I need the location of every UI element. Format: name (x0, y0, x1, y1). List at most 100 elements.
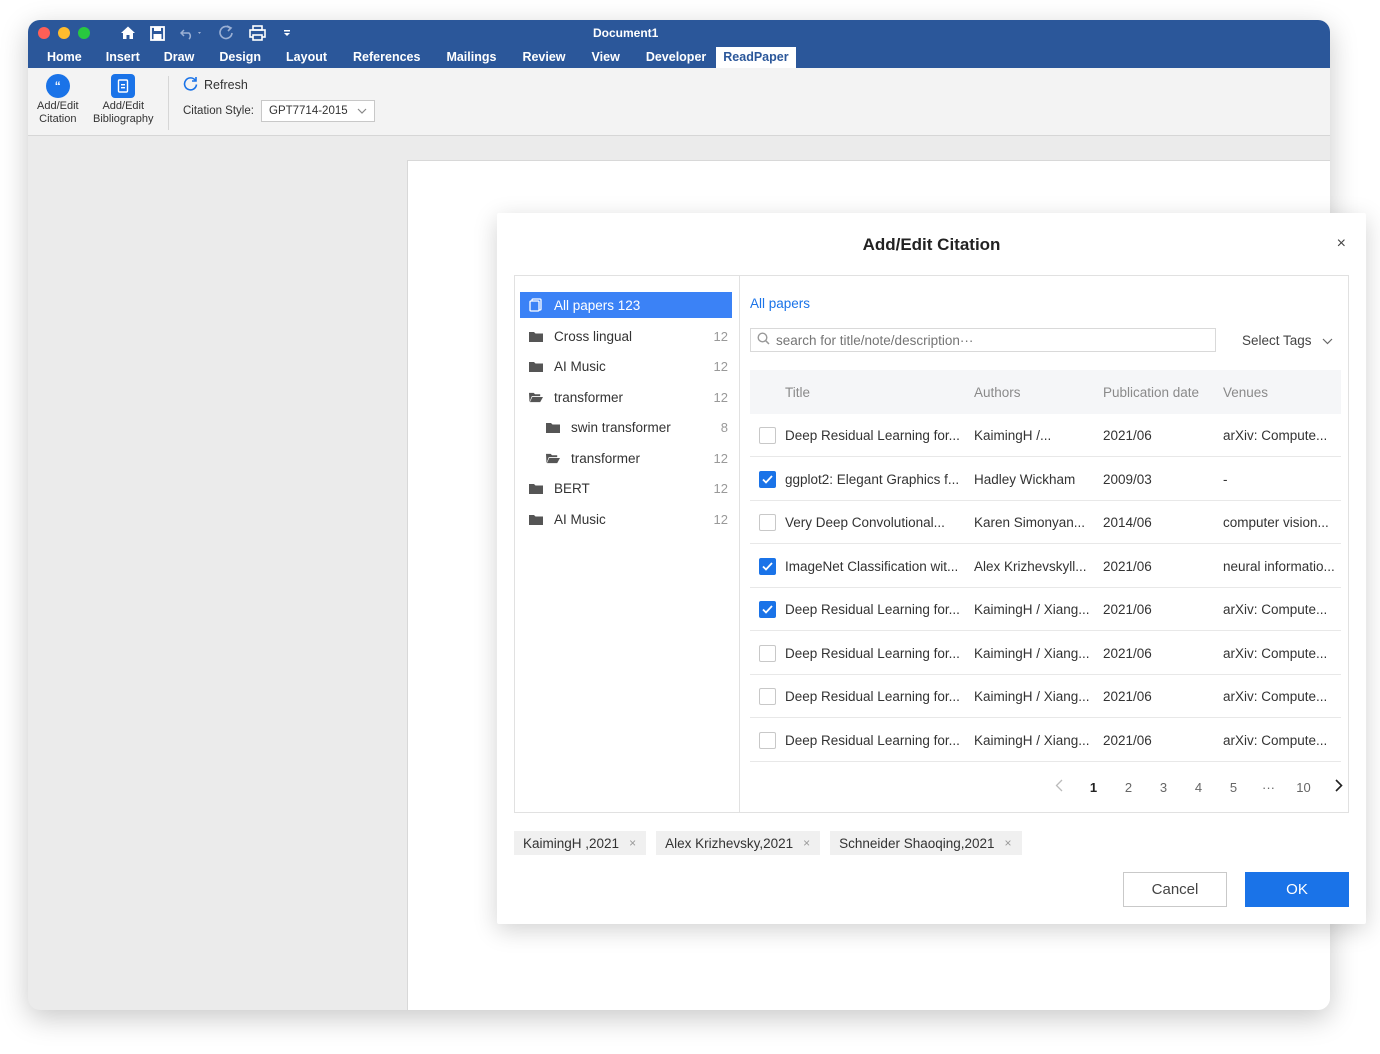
tree-item-all-papers[interactable]: All papers 123 (520, 292, 732, 318)
tree-item-cross-lingual[interactable]: Cross lingual 12 (520, 323, 732, 349)
tab-draw[interactable]: Draw (164, 50, 195, 68)
page-1[interactable]: 1 (1076, 780, 1111, 795)
cell-venue-text: computer vision... (1223, 514, 1329, 530)
tab-home[interactable]: Home (47, 50, 82, 68)
cell-title: Deep Residual Learning for... (785, 632, 970, 674)
table-row[interactable]: Very Deep Convolutional... Karen Simonyan… (750, 501, 1341, 544)
tree-item-label: All papers 123 (554, 297, 641, 313)
breadcrumb[interactable]: All papers (750, 296, 810, 311)
table-row[interactable]: Deep Residual Learning for... KaimingH / … (750, 632, 1341, 675)
cell-title-text: Deep Residual Learning for... (785, 601, 960, 617)
add-edit-bibliography-button[interactable]: Add/Edit Bibliography (93, 74, 154, 126)
selected-citation-chip: Schneider Shaoqing,2021 × (830, 831, 1022, 855)
refresh-label: Refresh (204, 78, 248, 92)
ok-button[interactable]: OK (1245, 872, 1349, 907)
tree-item-transformer-child[interactable]: transformer 12 (520, 445, 732, 471)
cell-authors: KaimingH / Xiang... (974, 632, 1098, 674)
tab-insert[interactable]: Insert (106, 50, 140, 68)
table-row[interactable]: Deep Residual Learning for... KaimingH / … (750, 675, 1341, 718)
cell-title: ggplot2: Elegant Graphics f... (785, 458, 970, 500)
column-authors[interactable]: Authors (974, 370, 1098, 414)
row-checkbox[interactable] (759, 732, 776, 749)
cell-venue: arXiv: Compute... (1223, 675, 1341, 717)
selected-citation-chip: KaimingH ,2021 × (514, 831, 647, 855)
tab-view[interactable]: View (592, 50, 620, 68)
add-edit-citation-button[interactable]: “ Add/Edit Citation (37, 74, 79, 126)
papers-content: All papers Select Tags Title Authors Pub… (741, 276, 1349, 812)
refresh-icon (183, 76, 198, 94)
row-checkbox[interactable] (759, 558, 776, 575)
cell-venue: arXiv: Compute... (1223, 414, 1341, 456)
tab-review[interactable]: Review (522, 50, 565, 68)
table-row[interactable]: Deep Residual Learning for... KaimingH /.… (750, 414, 1341, 457)
page-10[interactable]: 10 (1286, 780, 1321, 795)
page-ellipsis[interactable]: ··· (1251, 780, 1286, 795)
tab-design[interactable]: Design (219, 50, 261, 68)
document-title: Document1 (593, 26, 659, 40)
row-checkbox[interactable] (759, 427, 776, 444)
tab-mailings[interactable]: Mailings (446, 50, 496, 68)
tree-item-count: 8 (720, 419, 728, 435)
remove-chip-icon[interactable]: × (1005, 836, 1012, 850)
folder-icon (546, 422, 560, 433)
refresh-button[interactable]: Refresh (183, 76, 248, 94)
tree-item-bert[interactable]: BERT 12 (520, 475, 732, 501)
next-page-icon[interactable] (1321, 779, 1356, 795)
table-row[interactable]: ImageNet Classification wit... Alex Krizh… (750, 545, 1341, 588)
remove-chip-icon[interactable]: × (629, 836, 636, 850)
table-row[interactable]: Deep Residual Learning for... KaimingH / … (750, 719, 1341, 762)
prev-page-icon[interactable] (1041, 779, 1076, 795)
table-row[interactable]: Deep Residual Learning for... KaimingH / … (750, 588, 1341, 631)
column-venues[interactable]: Venues (1223, 370, 1341, 414)
tree-item-ai-music-2[interactable]: AI Music 12 (520, 506, 732, 532)
title-bar: Document1 Home Insert Draw Design Layout… (28, 20, 1330, 68)
row-checkbox[interactable] (759, 601, 776, 618)
tree-item-ai-music[interactable]: AI Music 12 (520, 353, 732, 379)
select-tags-dropdown[interactable]: Select Tags (1242, 333, 1333, 348)
tab-developer[interactable]: Developer (646, 50, 706, 68)
row-checkbox[interactable] (759, 471, 776, 488)
column-title[interactable]: Title (785, 370, 970, 414)
tree-item-count: 12 (713, 389, 728, 405)
row-checkbox[interactable] (759, 514, 776, 531)
tab-layout[interactable]: Layout (286, 50, 327, 68)
table-row[interactable]: ggplot2: Elegant Graphics f... Hadley Wic… (750, 458, 1341, 501)
cell-authors-text: KaimingH / Xiang... (974, 688, 1090, 704)
cell-title: Deep Residual Learning for... (785, 675, 970, 717)
cell-date-text: 2021/06 (1103, 688, 1152, 704)
chip-label: Alex Krizhevsky,2021 (665, 835, 794, 851)
page-5[interactable]: 5 (1216, 780, 1251, 795)
cell-venue: computer vision... (1223, 501, 1341, 543)
tab-references[interactable]: References (353, 50, 420, 68)
cell-authors: KaimingH / Xiang... (974, 588, 1098, 630)
tree-item-transformer[interactable]: transformer 12 (520, 384, 732, 410)
column-publication-date[interactable]: Publication date (1103, 370, 1219, 414)
cancel-button[interactable]: Cancel (1123, 872, 1227, 907)
ribbon-tabs: Home Insert Draw Design Layout Reference… (28, 45, 796, 68)
cell-authors: KaimingH / Xiang... (974, 675, 1098, 717)
cell-venue-text: arXiv: Compute... (1223, 601, 1328, 617)
page-4[interactable]: 4 (1181, 780, 1216, 795)
page-2[interactable]: 2 (1111, 780, 1146, 795)
tree-item-count: 12 (713, 480, 728, 496)
page-3[interactable]: 3 (1146, 780, 1181, 795)
ribbon: “ Add/Edit Citation Add/Edit Bibliograph… (28, 68, 1330, 136)
remove-chip-icon[interactable]: × (803, 836, 810, 850)
cell-authors-text: Karen Simonyan... (974, 514, 1086, 530)
document-icon (529, 298, 543, 312)
cell-authors: Karen Simonyan... (974, 501, 1098, 543)
tab-readpaper[interactable]: ReadPaper (716, 47, 796, 68)
table-header: Title Authors Publication date Venues (750, 370, 1341, 414)
folder-icon (529, 331, 543, 342)
cell-authors-text: Hadley Wickham (974, 471, 1076, 487)
search-box[interactable] (750, 328, 1216, 352)
citation-style-select[interactable]: GPT7714-2015 (261, 100, 375, 122)
selected-citation-chip: Alex Krizhevsky,2021 × (656, 831, 821, 855)
cell-title-text: Very Deep Convolutional... (785, 514, 945, 530)
search-input[interactable] (776, 332, 1196, 348)
tree-item-swin-transformer[interactable]: swin transformer 8 (520, 414, 732, 440)
row-checkbox[interactable] (759, 688, 776, 705)
row-checkbox[interactable] (759, 645, 776, 662)
close-icon[interactable]: × (1337, 235, 1346, 253)
quote-icon: “ (45, 74, 70, 98)
